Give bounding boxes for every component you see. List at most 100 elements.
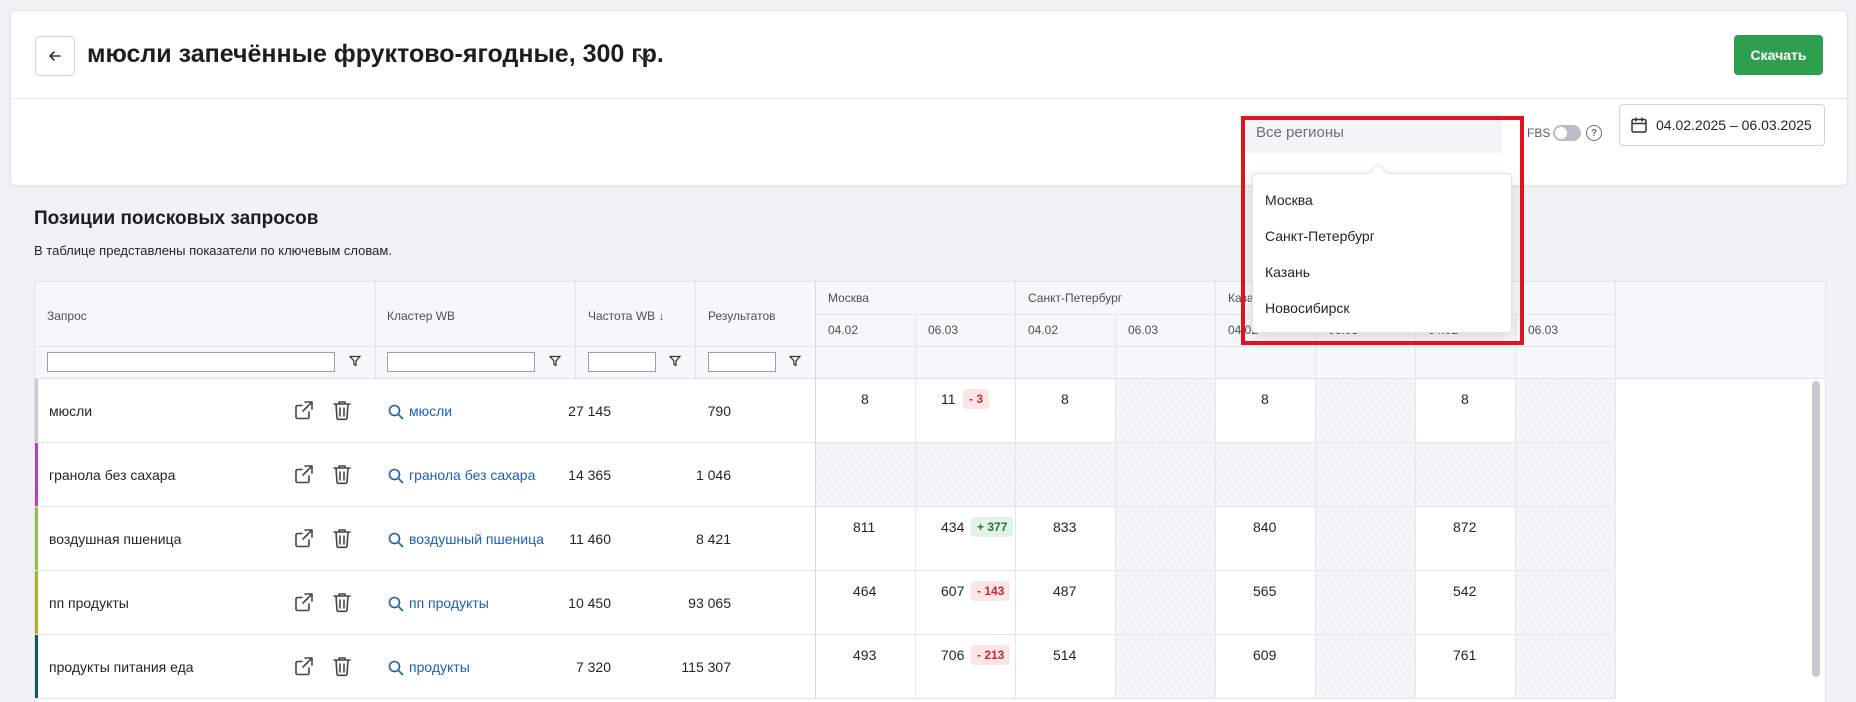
date-header: 04.02 xyxy=(1028,323,1059,337)
region-option-novosibirsk[interactable]: Новосибирск xyxy=(1253,290,1511,326)
cell-divider xyxy=(1215,379,1216,442)
frequency-value: 27 145 xyxy=(568,403,611,419)
query-filter-input[interactable] xyxy=(47,352,335,372)
cluster-link[interactable]: гранола без сахара xyxy=(409,467,535,483)
cell-divider xyxy=(1515,379,1516,442)
cell-divider xyxy=(1315,379,1316,442)
cluster-link[interactable]: мюсли xyxy=(409,403,452,419)
download-button[interactable]: Скачать xyxy=(1734,35,1823,75)
trash-icon[interactable] xyxy=(332,655,352,682)
results-value: 115 307 xyxy=(681,659,731,675)
col-divider xyxy=(1515,314,1516,379)
chevron-down-icon[interactable] xyxy=(637,53,651,63)
section-title: Позиции поисковых запросов xyxy=(34,208,319,229)
cluster-link[interactable]: пп продукты xyxy=(409,595,489,611)
position-value: 609 xyxy=(1253,647,1277,663)
cell-divider xyxy=(1115,443,1116,506)
position-value: 11 xyxy=(941,391,956,407)
cell-divider xyxy=(915,571,916,634)
position-delta-badge: - 3 xyxy=(963,389,990,409)
no-data-cell xyxy=(1115,571,1215,634)
cell-divider xyxy=(1615,507,1616,570)
cell-divider xyxy=(1515,443,1516,506)
col-frequency[interactable]: Частота WB ↓ xyxy=(588,309,665,323)
external-link-icon[interactable] xyxy=(293,655,315,682)
region-header-kazan: Каза xyxy=(1228,291,1254,305)
date-header: 06.03 xyxy=(1528,323,1559,337)
cell-divider xyxy=(915,379,916,442)
filter-icon[interactable] xyxy=(669,355,681,367)
position-value: 833 xyxy=(1053,519,1077,535)
col-frequency-label: Частота WB xyxy=(588,309,656,323)
col-divider xyxy=(375,282,376,379)
date-range-picker[interactable]: 04.02.2025 – 06.03.2025 xyxy=(1619,104,1825,146)
section-description: В таблице представлены показатели по клю… xyxy=(34,243,392,258)
frequency-filter-input[interactable] xyxy=(588,352,656,372)
table-row: продукты питания еда продукты 7 320 115 307… xyxy=(35,635,1616,699)
trash-icon[interactable] xyxy=(332,399,352,426)
no-data-cell xyxy=(915,443,1015,506)
external-link-icon[interactable] xyxy=(293,591,315,618)
trash-icon[interactable] xyxy=(332,527,352,554)
col-query[interactable]: Запрос xyxy=(47,309,87,323)
query-text: пп продукты xyxy=(49,595,129,611)
no-data-cell xyxy=(1515,635,1615,698)
table-row: пп продукты пп продукты 10 450 93 065 464 607… xyxy=(35,571,1616,635)
fbs-label: FBS xyxy=(1527,126,1551,140)
filter-icon[interactable] xyxy=(349,355,361,367)
region-option-kazan[interactable]: Казань xyxy=(1253,254,1511,290)
filter-icon[interactable] xyxy=(549,355,561,367)
cell-divider xyxy=(1515,507,1516,570)
no-data-cell xyxy=(1315,635,1415,698)
cell-divider xyxy=(1615,443,1616,506)
position-delta-badge: + 377 xyxy=(971,517,1014,537)
cluster-filter-input[interactable] xyxy=(387,352,535,372)
position-delta-badge: - 213 xyxy=(971,645,1011,665)
back-button[interactable] xyxy=(35,36,75,76)
cell-divider xyxy=(1015,507,1016,570)
cluster-link[interactable]: продукты xyxy=(409,659,470,675)
row-color-stripe xyxy=(35,635,38,698)
header-divider xyxy=(35,346,1615,347)
fbs-toggle[interactable] xyxy=(1553,125,1581,141)
table-scrollbar[interactable] xyxy=(1812,381,1820,677)
region-dropdown: Москва Санкт-Петербург Казань Новосибирс… xyxy=(1252,173,1512,333)
trash-icon[interactable] xyxy=(332,591,352,618)
region-option-moscow[interactable]: Москва xyxy=(1253,182,1511,218)
col-divider xyxy=(915,314,916,379)
date-range-text: 04.02.2025 – 06.03.2025 xyxy=(1656,117,1812,133)
position-value: 840 xyxy=(1253,519,1277,535)
position-value: 434 xyxy=(941,519,965,535)
external-link-icon[interactable] xyxy=(293,463,315,490)
help-icon[interactable]: ? xyxy=(1586,125,1602,141)
cluster-link[interactable]: воздушный пшеница xyxy=(409,531,544,547)
position-value: 487 xyxy=(1053,583,1077,599)
cell-divider xyxy=(915,635,916,698)
region-select[interactable]: Все регионы xyxy=(1243,113,1502,153)
col-results[interactable]: Результатов xyxy=(708,309,776,323)
cell-divider xyxy=(1015,443,1016,506)
col-divider xyxy=(575,282,576,379)
trash-icon[interactable] xyxy=(332,463,352,490)
position-value: 464 xyxy=(853,583,877,599)
col-cluster[interactable]: Кластер WB xyxy=(387,309,455,323)
filter-icon[interactable] xyxy=(789,355,801,367)
sort-desc-icon: ↓ xyxy=(658,309,665,323)
results-value: 8 421 xyxy=(695,531,731,547)
table-header: Запрос Кластер WB Частота WB ↓ Результат… xyxy=(35,282,1825,379)
query-text: воздушная пшеница xyxy=(49,531,182,547)
results-filter-input[interactable] xyxy=(708,352,776,372)
cell-divider xyxy=(1015,379,1016,442)
position-value: 542 xyxy=(1453,583,1477,599)
cell-divider xyxy=(1415,635,1416,698)
external-link-icon[interactable] xyxy=(293,399,315,426)
cell-divider xyxy=(1615,635,1616,698)
col-divider xyxy=(1015,282,1016,379)
cell-divider xyxy=(1315,443,1316,506)
toggle-knob xyxy=(1555,127,1567,139)
external-link-icon[interactable] xyxy=(293,527,315,554)
region-option-spb[interactable]: Санкт-Петербург xyxy=(1253,218,1511,254)
cell-divider xyxy=(1115,635,1116,698)
region-header-moscow: Москва xyxy=(828,291,869,305)
arrow-left-icon xyxy=(49,51,61,61)
